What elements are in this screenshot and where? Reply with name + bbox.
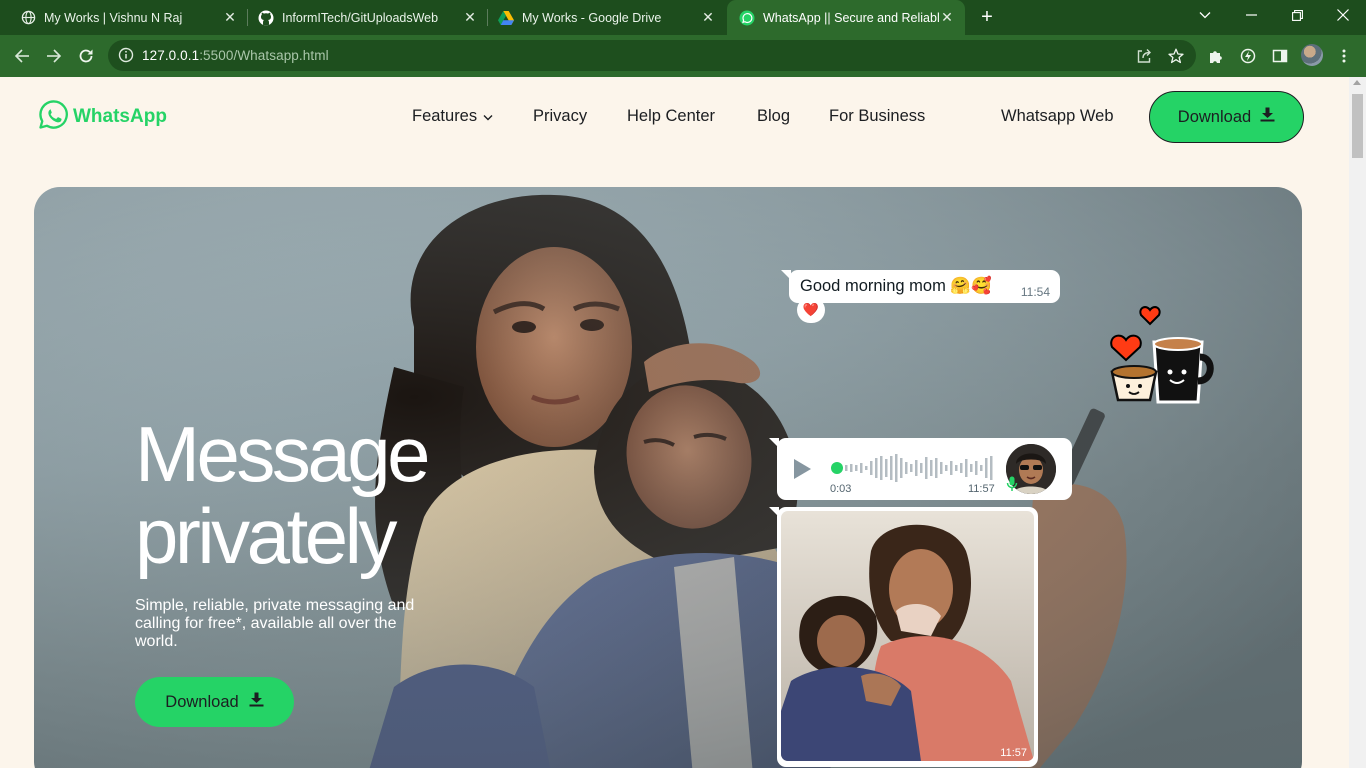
page-scrollbar[interactable]	[1349, 77, 1366, 768]
nav-help-center[interactable]: Help Center	[627, 107, 715, 126]
hero-banner: Message privately Simple, reliable, priv…	[34, 187, 1302, 768]
play-icon[interactable]	[791, 458, 813, 485]
whatsapp-icon	[739, 10, 755, 26]
whatsapp-page: WhatsApp Features Privacy Help Center Bl…	[0, 77, 1349, 768]
close-icon[interactable]: ✕	[462, 9, 478, 26]
heart-reaction-icon: ❤️	[797, 297, 825, 323]
site-info-icon[interactable]	[118, 47, 134, 63]
hero-headline: Message privately	[135, 410, 431, 580]
restore-icon[interactable]	[1274, 0, 1320, 30]
tab-github[interactable]: InformITech/GitUploadsWeb ✕	[238, 0, 488, 35]
hero-download-button[interactable]: Download	[135, 677, 294, 727]
github-icon	[258, 10, 274, 26]
bookmark-star-icon[interactable]	[1165, 45, 1187, 67]
tab-title: WhatsApp || Secure and Reliable	[763, 10, 939, 25]
waveform-icon	[845, 454, 993, 482]
logo-text: WhatsApp	[73, 106, 167, 127]
voice-time: 11:57	[968, 483, 995, 495]
chat-message-text: Good morning mom 🤗🥰	[800, 277, 992, 295]
photo-mother-daughter-beach	[781, 511, 1034, 761]
share-icon[interactable]	[1133, 45, 1155, 67]
download-label: Download	[165, 692, 239, 711]
menu-kebab-icon[interactable]	[1333, 45, 1355, 67]
scrollbar-thumb[interactable]	[1352, 94, 1363, 158]
globe-icon	[20, 10, 36, 26]
chat-message-bubble: Good morning mom 🤗🥰 11:54	[781, 270, 1060, 303]
close-icon[interactable]: ✕	[939, 9, 955, 26]
nav-privacy[interactable]: Privacy	[533, 107, 587, 126]
nav-blog[interactable]: Blog	[757, 107, 790, 126]
tab-my-works[interactable]: My Works | Vishnu N Raj ✕	[0, 0, 248, 35]
reaction-emoji: ❤️	[802, 302, 820, 317]
whatsapp-logo-icon	[38, 99, 69, 135]
forward-arrow-icon[interactable]	[42, 44, 66, 68]
url-path: :5500/Whatsapp.html	[199, 48, 329, 63]
tab-title: My Works - Google Drive	[522, 10, 662, 25]
download-icon	[249, 692, 264, 712]
header-download-button[interactable]: Download	[1149, 91, 1304, 143]
download-icon	[1260, 107, 1275, 127]
sync-extension-icon[interactable]	[1237, 45, 1259, 67]
close-icon[interactable]: ✕	[222, 9, 238, 26]
voice-duration: 0:03	[830, 483, 852, 495]
photo-message-bubble: 11:57	[769, 507, 1038, 767]
nav-whatsapp-web[interactable]: Whatsapp Web	[1001, 107, 1114, 126]
chevron-down-icon	[483, 107, 493, 126]
close-icon[interactable]: ✕	[700, 9, 716, 26]
nav-features[interactable]: Features	[412, 107, 493, 126]
scroll-up-arrow-icon[interactable]	[1353, 80, 1361, 85]
url-host: 127.0.0.1	[142, 48, 200, 63]
playback-position-dot[interactable]	[831, 462, 843, 474]
extensions-puzzle-icon[interactable]	[1205, 45, 1227, 67]
google-drive-icon	[498, 10, 514, 26]
download-label: Download	[1177, 107, 1252, 126]
hero-subtext: Simple, reliable, private messaging and …	[135, 597, 415, 650]
tab-whatsapp[interactable]: WhatsApp || Secure and Reliable ✕	[727, 0, 965, 35]
nav-for-business[interactable]: For Business	[829, 107, 925, 126]
tab-google-drive[interactable]: My Works - Google Drive ✕	[478, 0, 726, 35]
tab-title: InformITech/GitUploadsWeb	[282, 10, 439, 25]
reload-icon[interactable]	[74, 44, 98, 68]
address-bar[interactable]: 127.0.0.1:5500/Whatsapp.html	[108, 40, 1196, 71]
minimize-icon[interactable]	[1228, 0, 1274, 30]
tab-search-chevron-icon[interactable]	[1182, 0, 1228, 30]
back-arrow-icon[interactable]	[10, 44, 34, 68]
nav-features-label: Features	[412, 107, 478, 125]
side-panel-icon[interactable]	[1269, 45, 1291, 67]
photo-time: 11:57	[1000, 747, 1027, 759]
voice-message-bubble: 0:03 11:57	[769, 438, 1072, 500]
window-close-icon[interactable]	[1320, 0, 1366, 30]
profile-avatar[interactable]	[1301, 44, 1323, 66]
browser-tab-strip: My Works | Vishnu N Raj ✕ InformITech/Gi…	[0, 0, 1366, 35]
microphone-icon	[1006, 476, 1018, 497]
chat-message-time: 11:54	[1020, 285, 1050, 299]
coffee-cups-sticker-icon	[1110, 306, 1214, 404]
headline-line-1: Message	[135, 410, 431, 498]
url-text: 127.0.0.1:5500/Whatsapp.html	[142, 48, 329, 63]
whatsapp-logo[interactable]: WhatsApp	[38, 99, 167, 135]
tab-title: My Works | Vishnu N Raj	[44, 10, 183, 25]
headline-line-2: privately	[135, 492, 397, 580]
new-tab-button[interactable]: +	[976, 6, 998, 28]
browser-toolbar: 127.0.0.1:5500/Whatsapp.html	[0, 35, 1366, 77]
